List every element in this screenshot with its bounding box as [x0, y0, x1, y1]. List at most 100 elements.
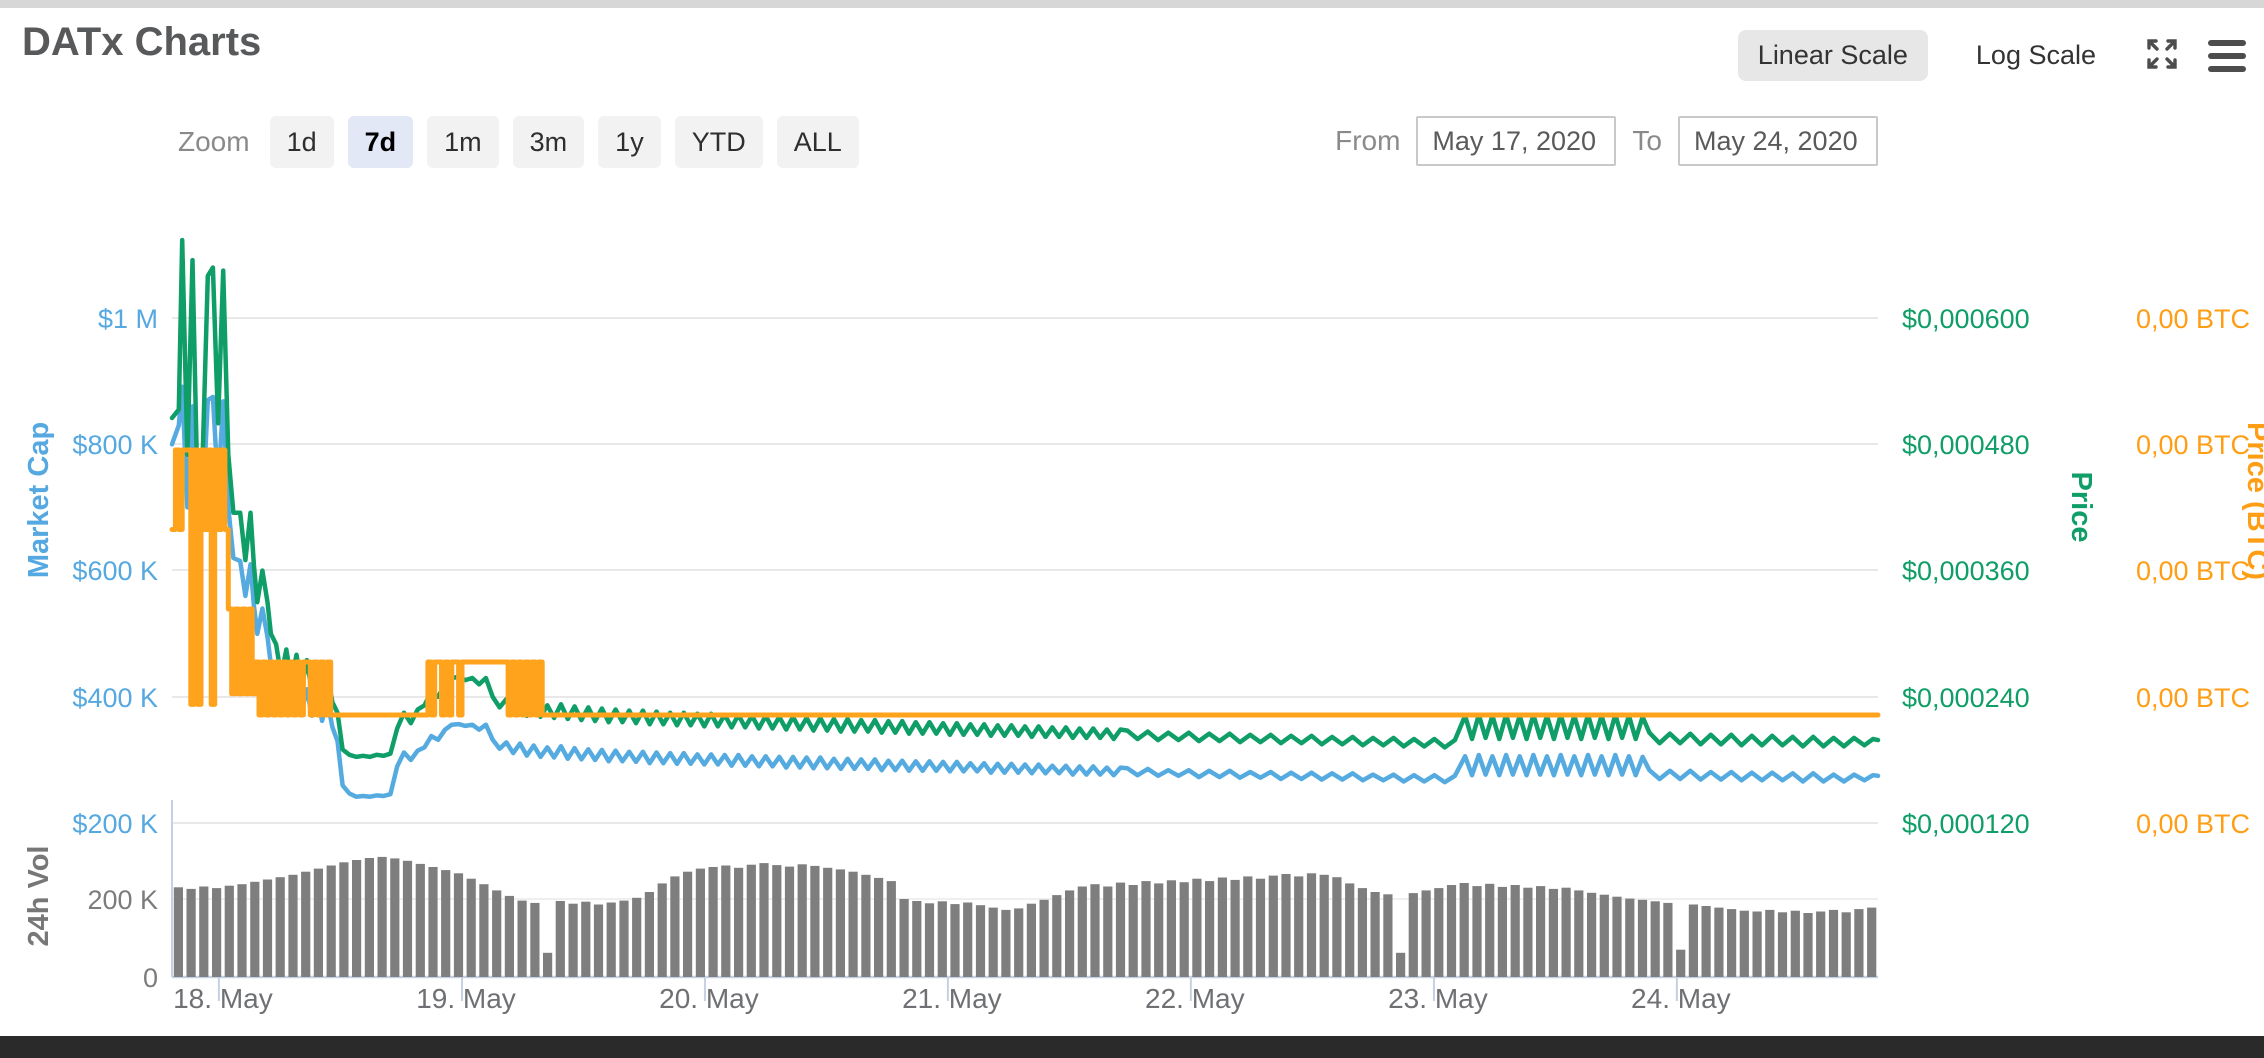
volume-bar: [1026, 903, 1036, 977]
volume-bar: [1472, 886, 1482, 977]
volume-bar: [530, 902, 540, 977]
volume-bar: [823, 867, 833, 977]
volume-bar: [912, 901, 922, 977]
volume-bar: [517, 900, 527, 977]
volume-bar: [708, 867, 718, 977]
price-btc-tick-label: 0,00 BTC: [2136, 304, 2250, 334]
volume-bar: [1803, 913, 1813, 977]
volume-bar: [339, 862, 349, 977]
price-tick-label: $0,000120: [1902, 809, 2030, 839]
volume-bar: [390, 858, 400, 977]
volume-bar: [1396, 952, 1406, 977]
price-btc-axis-title: Price (BTC): [2241, 422, 2264, 580]
volume-bar: [479, 884, 489, 977]
volume-axis-title: 24h Vol: [23, 846, 55, 947]
volume-bar: [402, 860, 413, 977]
volume-bar: [861, 874, 871, 977]
volume-bar: [1587, 892, 1597, 977]
volume-bar: [1281, 874, 1291, 977]
footer-bar: [0, 1036, 2264, 1058]
volume-bar: [415, 863, 425, 977]
volume-bar: [1497, 886, 1507, 977]
volume-bar: [1867, 907, 1877, 977]
volume-bar: [466, 878, 476, 977]
volume-bar: [632, 897, 642, 977]
volume-bar: [1688, 904, 1698, 977]
volume-bar: [975, 905, 986, 977]
volume-bar: [1255, 878, 1266, 977]
volume-bar: [237, 884, 247, 977]
price-btc-tick-label: 0,00 BTC: [2136, 556, 2250, 586]
volume-bar: [326, 865, 336, 977]
volume-bar: [453, 873, 464, 977]
volume-bar: [1192, 878, 1202, 977]
volume-tick-label: 200 K: [87, 885, 158, 915]
volume-bar: [644, 892, 654, 977]
volume-bar: [937, 901, 947, 977]
volume-bar: [1166, 880, 1176, 977]
volume-bar: [1230, 879, 1240, 977]
volume-bar: [1115, 882, 1126, 977]
x-axis-date-label: 18. May: [173, 983, 273, 1014]
volume-bar: [1828, 909, 1839, 977]
volume-bar: [301, 871, 311, 977]
volume-bar: [186, 888, 196, 977]
x-axis-date-label: 20. May: [659, 983, 759, 1014]
volume-bar: [224, 885, 234, 977]
x-axis-date-label: 23. May: [1388, 983, 1488, 1014]
volume-bar: [1039, 899, 1049, 977]
volume-bar: [1854, 909, 1864, 977]
volume-bar: [1714, 907, 1724, 977]
volume-bar: [759, 863, 769, 977]
volume-bar: [428, 867, 438, 977]
volume-bar: [364, 858, 374, 977]
volume-bar: [377, 856, 387, 977]
volume-bar: [606, 902, 616, 977]
volume-bar: [746, 864, 756, 977]
volume-bar: [734, 867, 744, 977]
volume-bar: [1243, 876, 1253, 977]
volume-bar: [1510, 885, 1520, 977]
volume-bar: [1103, 886, 1113, 977]
volume-bar: [1052, 895, 1062, 977]
volume-bar: [1663, 902, 1673, 977]
volume-bar: [784, 866, 795, 977]
volume-bar: [1128, 885, 1138, 977]
volume-bar: [1383, 894, 1393, 977]
x-axis-date-label: 24. May: [1631, 983, 1731, 1014]
volume-bar: [1319, 874, 1329, 977]
volume-bar: [1268, 875, 1278, 977]
volume-bar: [835, 869, 845, 977]
price-btc-tick-label: 0,00 BTC: [2136, 430, 2250, 460]
volume-bar: [492, 890, 502, 977]
volume-bar: [657, 883, 667, 977]
volume-bar: [1637, 899, 1648, 977]
volume-bar: [275, 877, 285, 977]
market-cap-tick-label: $600 K: [72, 556, 158, 586]
volume-bar: [288, 874, 298, 977]
price-tick-label: $0,000240: [1902, 683, 2030, 713]
volume-bar: [1536, 886, 1546, 977]
volume-bar: [352, 860, 362, 977]
volume-bar: [886, 881, 896, 977]
volume-bar: [1777, 912, 1788, 977]
volume-bar: [772, 865, 782, 977]
volume-bar: [670, 876, 680, 977]
volume-bar: [1345, 883, 1355, 977]
volume-bar: [848, 871, 858, 977]
chart-plot-area[interactable]: $1 M $800 K $600 K $400 K $200 K $0,000600 $0,…: [0, 0, 2264, 1058]
price-btc-tick-label: 0,00 BTC: [2136, 809, 2250, 839]
volume-bar: [1612, 896, 1622, 977]
volume-bar: [262, 879, 273, 977]
x-axis-date-label: 22. May: [1145, 983, 1245, 1014]
volume-bar: [250, 881, 260, 977]
volume-bar: [568, 903, 578, 977]
volume-bar: [924, 903, 935, 977]
volume-bar: [1765, 909, 1775, 977]
volume-bar: [619, 900, 629, 977]
price-tick-label: $0,000600: [1902, 304, 2030, 334]
volume-bar: [1574, 890, 1584, 977]
volume-bar: [1077, 886, 1087, 977]
volume-bar: [1650, 901, 1660, 977]
volume-bar: [212, 888, 222, 977]
